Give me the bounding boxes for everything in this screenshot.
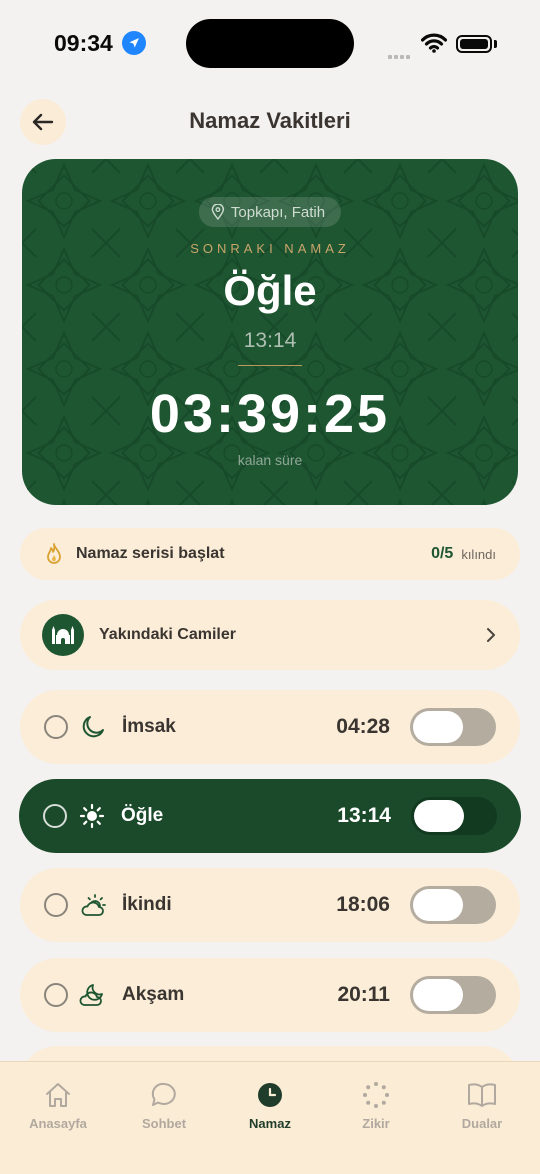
tab-chat[interactable]: Sohbet: [110, 1080, 218, 1131]
cellular-signal-icon: [388, 46, 412, 64]
prayed-checkbox[interactable]: [44, 715, 68, 739]
streak-label: Namaz serisi başlat: [76, 545, 225, 562]
location-arrow-icon: [122, 31, 146, 55]
prayer-name: Öğle: [121, 805, 164, 826]
prayer-time: 20:11: [337, 983, 390, 1006]
hero-divider: [238, 365, 302, 366]
prayer-time: 18:06: [336, 893, 390, 916]
prayed-checkbox[interactable]: [44, 983, 68, 1007]
prayer-row-aksam: Akşam 20:11: [20, 958, 520, 1032]
tab-bar: Anasayfa Sohbet Namaz Zikir Dualar: [0, 1061, 540, 1174]
nearby-mosques-label: Yakındaki Camiler: [99, 626, 236, 643]
nearby-mosques-button[interactable]: Yakındaki Camiler: [20, 600, 520, 670]
prayer-row-imsak: İmsak 04:28: [20, 690, 520, 764]
tab-home[interactable]: Anasayfa: [4, 1080, 112, 1131]
chat-icon: [110, 1080, 218, 1110]
prayed-checkbox[interactable]: [43, 804, 67, 828]
next-prayer-name: Öğle: [223, 267, 317, 314]
moon-cloud-icon: [78, 980, 108, 1010]
next-prayer-card: Topkapı, Fatih SONRAKI NAMAZ Öğle 13:14 …: [22, 159, 518, 505]
wifi-icon: [420, 33, 448, 58]
prayer-name: İkindi: [122, 894, 172, 915]
tab-dhikr[interactable]: Zikir: [322, 1080, 430, 1131]
prayer-row-ikindi: İkindi 18:06: [20, 868, 520, 942]
home-icon: [4, 1080, 112, 1110]
tab-label: Anasayfa: [29, 1116, 87, 1131]
prayer-beads-icon: [322, 1080, 430, 1110]
battery-tip: [494, 40, 497, 48]
status-time: 09:34: [54, 30, 113, 56]
countdown-label: kalan süre: [237, 452, 303, 468]
status-bar: 09:34: [0, 0, 540, 90]
tab-prayer[interactable]: Namaz: [216, 1080, 324, 1131]
notification-toggle[interactable]: [410, 886, 496, 924]
prayer-time: 13:14: [337, 804, 391, 827]
prayer-time: 04:28: [336, 715, 390, 738]
tab-label: Sohbet: [141, 1116, 187, 1131]
moon-icon: [78, 712, 108, 742]
next-prayer-time: 13:14: [243, 329, 297, 352]
prayer-row-ogle: Öğle 13:14: [19, 779, 521, 853]
location-pill[interactable]: Topkapı, Fatih: [198, 197, 342, 227]
battery-icon: [456, 35, 492, 53]
location-text: Topkapı, Fatih: [230, 203, 326, 221]
streak-suffix: kılındı: [461, 546, 496, 562]
prayer-streak-banner[interactable]: Namaz serisi başlat 0/5 kılındı: [20, 528, 520, 580]
chevron-right-icon: [487, 628, 495, 642]
next-prayer-label: SONRAKI NAMAZ: [190, 241, 350, 256]
tab-label: Namaz: [249, 1116, 291, 1131]
streak-count: 0/5: [431, 545, 454, 562]
flame-icon: [47, 543, 61, 564]
page-title: Namaz Vakitleri: [189, 108, 351, 133]
notification-toggle[interactable]: [410, 976, 496, 1014]
mosque-icon: [42, 614, 84, 656]
tab-label: Zikir: [362, 1116, 390, 1131]
prayed-checkbox[interactable]: [44, 893, 68, 917]
prayer-name: İmsak: [122, 716, 176, 737]
notification-toggle[interactable]: [411, 797, 497, 835]
countdown-timer: 03:39:25: [149, 384, 391, 444]
map-pin-icon: [211, 204, 225, 220]
tab-prayers-book[interactable]: Dualar: [428, 1080, 536, 1131]
sun-cloud-icon: [78, 890, 108, 920]
prayer-name: Akşam: [122, 984, 185, 1005]
tab-label: Dualar: [461, 1116, 503, 1131]
notification-toggle[interactable]: [410, 708, 496, 746]
dynamic-island: [186, 19, 354, 68]
sun-icon: [77, 801, 107, 831]
prayer-times-screen: 09:34 Namaz Vakitleri Topkapı, Fatih SON…: [0, 0, 540, 1174]
clock-icon: [216, 1080, 324, 1110]
book-icon: [428, 1080, 536, 1110]
